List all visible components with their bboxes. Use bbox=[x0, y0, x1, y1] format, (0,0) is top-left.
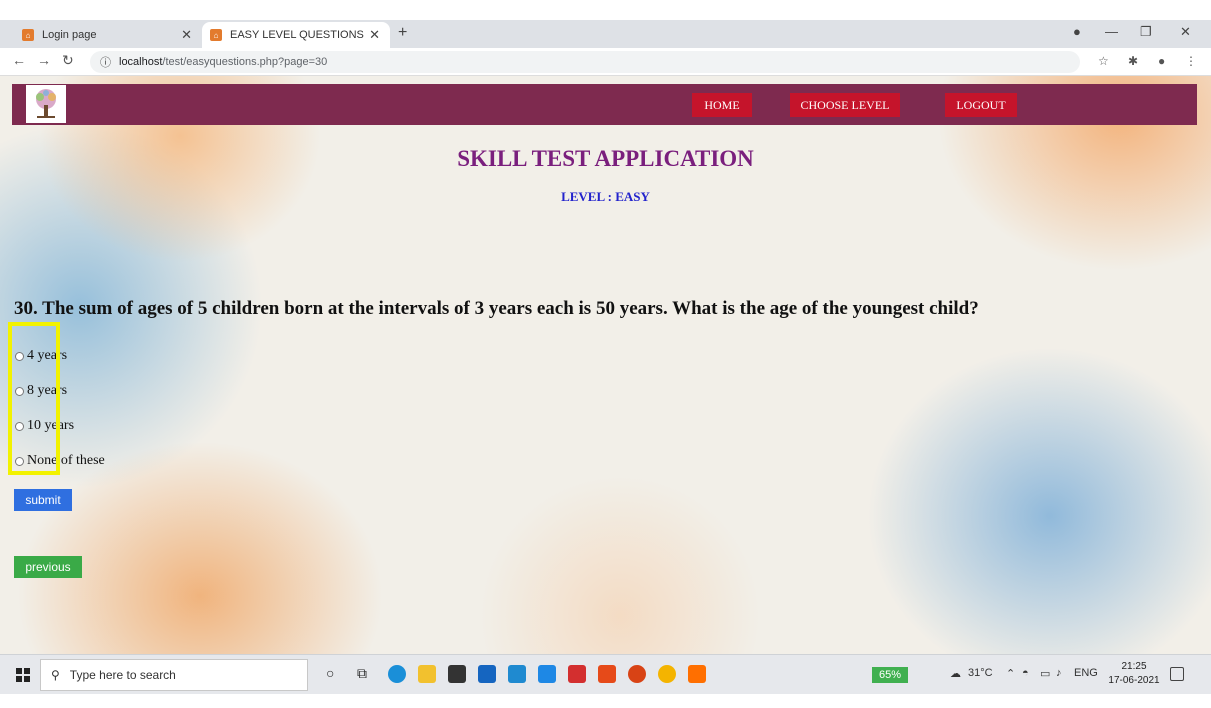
info-icon[interactable]: ⓘ bbox=[100, 54, 111, 70]
windows-taskbar: ⚲ Type here to search ○ ⧉ 65% ☁ 31°C ⌃ ◓… bbox=[0, 654, 1211, 694]
store-icon[interactable] bbox=[448, 665, 466, 683]
file-explorer-icon[interactable] bbox=[418, 665, 436, 683]
cortana-icon[interactable]: ○ bbox=[326, 665, 334, 681]
mail-icon[interactable] bbox=[478, 665, 496, 683]
window-close-icon[interactable]: ✕ bbox=[1180, 24, 1191, 40]
address-bar-row: ← → ↻ ⓘ localhost/test/easyquestions.php… bbox=[0, 48, 1211, 76]
profile-dot-icon[interactable]: ● bbox=[1073, 24, 1081, 39]
edge-icon[interactable] bbox=[388, 665, 406, 683]
app-l-icon[interactable] bbox=[508, 665, 526, 683]
task-view-icon[interactable]: ⧉ bbox=[357, 665, 367, 682]
xampp-favicon-icon: ⌂ bbox=[210, 29, 222, 41]
forward-arrow-icon[interactable]: → bbox=[37, 52, 51, 68]
tab-close-icon[interactable]: ✕ bbox=[369, 27, 380, 43]
language-indicator[interactable]: ENG bbox=[1074, 667, 1098, 679]
battery-icon[interactable]: ▭ bbox=[1040, 667, 1050, 680]
tab-title: Login page bbox=[42, 29, 97, 41]
url-host: localhost bbox=[119, 56, 163, 68]
back-arrow-icon[interactable]: ← bbox=[12, 52, 26, 68]
page-content: HOME CHOOSE LEVEL LOGOUT SKILL TEST APPL… bbox=[0, 76, 1211, 654]
tray-chevron-icon[interactable]: ⌃ bbox=[1006, 667, 1015, 680]
url-input[interactable]: ⓘ localhost/test/easyquestions.php?page=… bbox=[90, 51, 1080, 73]
weather-temp[interactable]: 31°C bbox=[968, 667, 993, 679]
new-tab-icon[interactable]: + bbox=[398, 24, 407, 42]
tab-login-page[interactable]: ⌂ Login page ✕ bbox=[14, 22, 202, 48]
weather-icon[interactable]: ☁ bbox=[950, 667, 961, 680]
clock-date: 17-06-2021 bbox=[1108, 675, 1160, 686]
tab-easy-level-questions[interactable]: ⌂ EASY LEVEL QUESTIONS ✕ bbox=[202, 22, 390, 48]
volume-icon[interactable]: ♪ bbox=[1056, 667, 1062, 679]
tab-close-icon[interactable]: ✕ bbox=[181, 27, 192, 43]
sublime-icon[interactable] bbox=[688, 665, 706, 683]
office-icon[interactable] bbox=[598, 665, 616, 683]
bookmark-star-icon[interactable]: ☆ bbox=[1098, 54, 1109, 68]
question-text: 30. The sum of ages of 5 children born a… bbox=[14, 298, 979, 319]
submit-button[interactable]: submit bbox=[14, 489, 72, 511]
powerpoint-icon[interactable] bbox=[628, 665, 646, 683]
menu-kebab-icon[interactable]: ⋮ bbox=[1185, 54, 1197, 68]
app-blue-icon[interactable] bbox=[538, 665, 556, 683]
windows-start-icon[interactable] bbox=[16, 668, 30, 682]
network-icon[interactable]: ◓ bbox=[1022, 667, 1029, 679]
highlight-box bbox=[8, 322, 60, 475]
reload-icon[interactable]: ↻ bbox=[62, 52, 74, 69]
account-icon[interactable]: ● bbox=[1158, 54, 1165, 68]
restore-icon[interactable]: ❐ bbox=[1140, 24, 1152, 40]
tab-title: EASY LEVEL QUESTIONS bbox=[230, 29, 364, 41]
extensions-icon[interactable]: ✱ bbox=[1128, 54, 1138, 68]
clock-time: 21:25 bbox=[1121, 661, 1147, 672]
mcafee-icon[interactable] bbox=[568, 665, 586, 683]
taskbar-clock[interactable]: 21:25 17-06-2021 bbox=[1108, 660, 1160, 688]
taskbar-search-input[interactable]: ⚲ Type here to search bbox=[40, 659, 308, 691]
nav-choose-level-button[interactable]: CHOOSE LEVEL bbox=[790, 93, 900, 117]
nav-logout-button[interactable]: LOGOUT bbox=[945, 93, 1017, 117]
battery-indicator[interactable]: 65% bbox=[872, 667, 908, 683]
notification-icon[interactable] bbox=[1170, 667, 1184, 681]
tree-logo-icon bbox=[36, 89, 56, 118]
xampp-favicon-icon: ⌂ bbox=[22, 29, 34, 41]
search-icon: ⚲ bbox=[51, 668, 60, 682]
page-title: SKILL TEST APPLICATION bbox=[457, 146, 754, 171]
previous-button[interactable]: previous bbox=[14, 556, 82, 578]
site-navbar: HOME CHOOSE LEVEL LOGOUT bbox=[12, 84, 1197, 125]
search-placeholder: Type here to search bbox=[69, 668, 176, 682]
url-path: /test/easyquestions.php?page=30 bbox=[162, 56, 328, 68]
site-logo[interactable] bbox=[26, 85, 66, 123]
browser-tab-strip: ⌂ Login page ✕ ⌂ EASY LEVEL QUESTIONS ✕ … bbox=[0, 20, 1211, 48]
nav-home-button[interactable]: HOME bbox=[692, 93, 752, 117]
chrome-icon[interactable] bbox=[658, 665, 676, 683]
level-label: LEVEL : EASY bbox=[561, 189, 650, 204]
minimize-icon[interactable]: — bbox=[1105, 24, 1118, 39]
